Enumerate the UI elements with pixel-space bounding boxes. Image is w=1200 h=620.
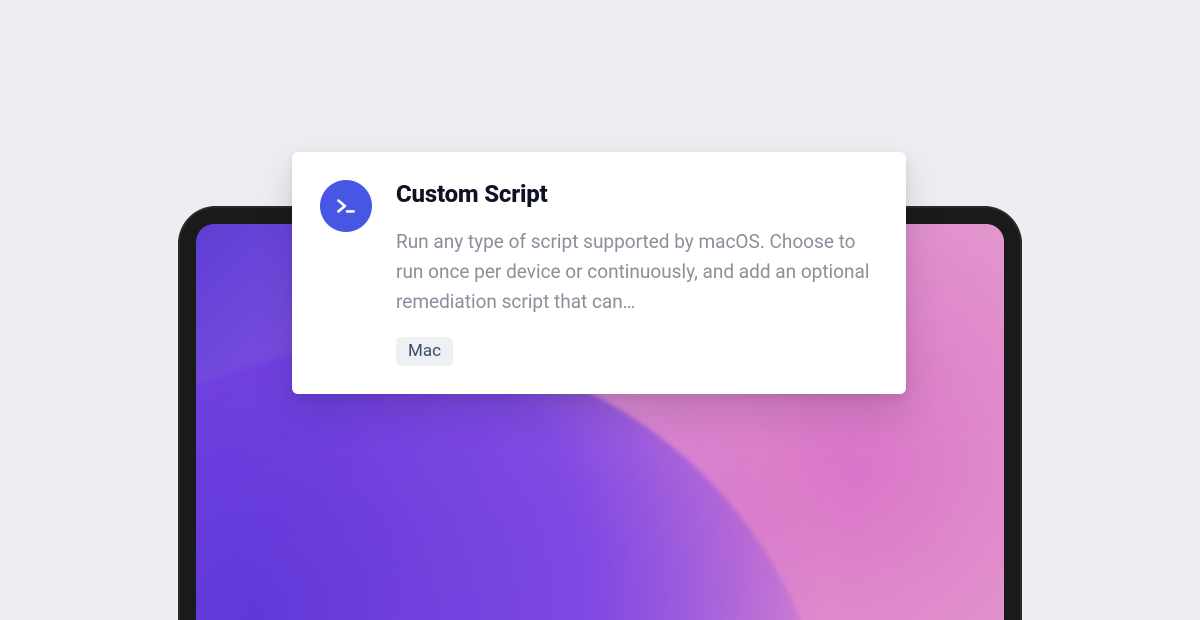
terminal-icon bbox=[320, 180, 372, 232]
platform-tag-mac: Mac bbox=[396, 337, 453, 366]
custom-script-card[interactable]: Custom Script Run any type of script sup… bbox=[292, 152, 906, 394]
card-title: Custom Script bbox=[396, 180, 876, 209]
card-description: Run any type of script supported by macO… bbox=[396, 227, 876, 317]
card-body: Custom Script Run any type of script sup… bbox=[396, 180, 876, 366]
